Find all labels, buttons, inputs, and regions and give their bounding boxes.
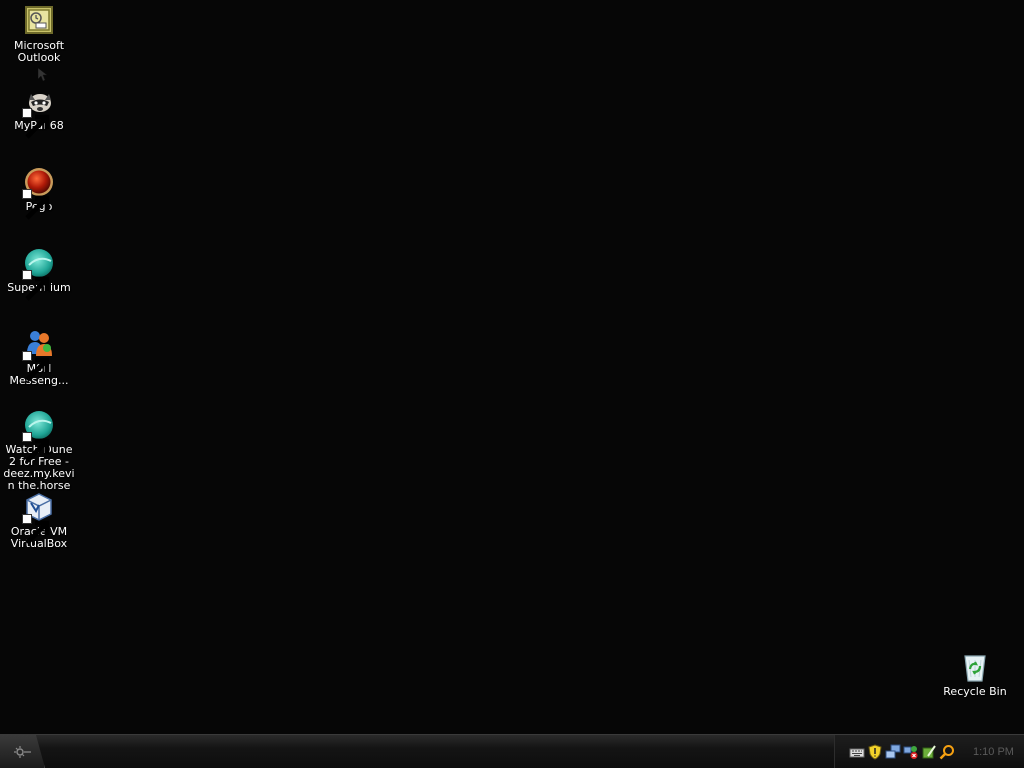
desktop-icon-outlook[interactable]: Microsoft Outlook bbox=[1, 4, 77, 64]
desktop-icon-watch-dune[interactable]: Watch Dune 2 for Free - deez.my.kevin th… bbox=[1, 408, 77, 492]
mouse-cursor-icon bbox=[38, 68, 48, 82]
supermium-icon bbox=[22, 246, 56, 301]
desktop-icon-virtualbox[interactable]: Oracle VM VirtualBox bbox=[1, 490, 77, 550]
shortcut-arrow-icon bbox=[22, 514, 50, 545]
shortcut-arrow-icon bbox=[22, 108, 50, 139]
desktop-icon-supermium[interactable]: Supermium bbox=[1, 246, 77, 301]
desktop-icon-mypal[interactable]: MyPal 68 bbox=[1, 84, 77, 139]
browser-icon bbox=[22, 408, 56, 463]
taskbar-clock[interactable]: 1:10 PM bbox=[973, 746, 1014, 758]
virtualbox-icon bbox=[22, 490, 56, 545]
start-orb-icon bbox=[14, 745, 31, 758]
desktop-icon-pego[interactable]: Pego bbox=[1, 165, 77, 220]
desktop-icon-recycle-bin[interactable]: Recycle Bin bbox=[937, 650, 1013, 698]
search-icon[interactable] bbox=[939, 744, 955, 760]
shortcut-arrow-icon bbox=[22, 189, 50, 220]
mypal-icon bbox=[22, 84, 56, 139]
pego-icon bbox=[22, 165, 56, 220]
network-icon[interactable] bbox=[885, 744, 901, 760]
outlook-icon bbox=[22, 4, 56, 38]
taskbar: 1:10 PM bbox=[0, 734, 1024, 768]
shortcut-arrow-icon bbox=[22, 432, 50, 463]
desktop-icon-msn-messenger[interactable]: MSN Messeng... bbox=[1, 327, 77, 387]
start-button[interactable] bbox=[0, 735, 45, 768]
desktop-icon-label: Recycle Bin bbox=[943, 685, 1007, 698]
update-icon[interactable] bbox=[921, 744, 937, 760]
desktop: Microsoft Outlook MyPal 68 Pego Supermiu… bbox=[0, 0, 1024, 734]
shortcut-arrow-icon bbox=[22, 270, 50, 301]
shortcut-arrow-icon bbox=[22, 351, 50, 382]
system-tray: 1:10 PM bbox=[834, 735, 1024, 768]
network-status-icon[interactable] bbox=[903, 744, 919, 760]
security-shield-icon[interactable] bbox=[867, 743, 883, 760]
desktop-icon-label: Microsoft Outlook bbox=[13, 39, 65, 64]
msn-messenger-icon bbox=[22, 327, 56, 382]
recycle-bin-icon bbox=[958, 650, 992, 684]
keyboard-icon[interactable] bbox=[849, 744, 865, 760]
